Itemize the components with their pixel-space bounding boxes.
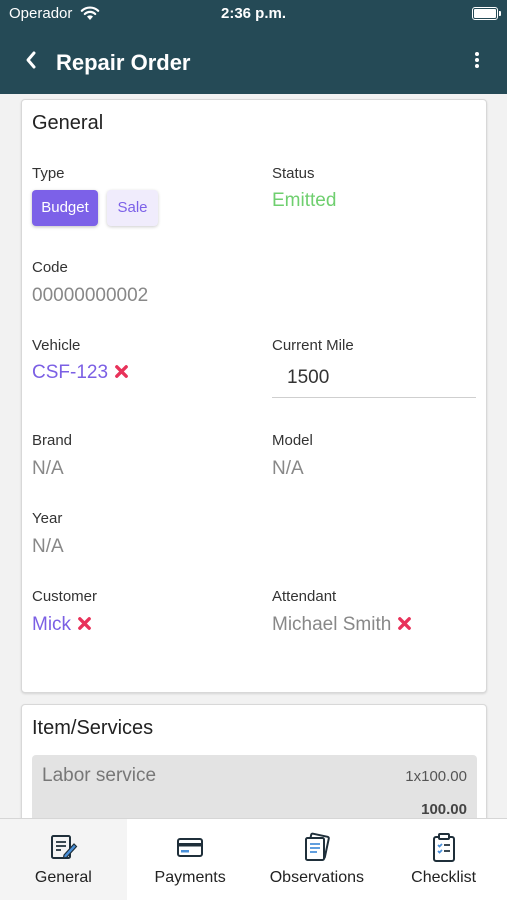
customer-label: Customer xyxy=(32,588,98,605)
general-section-title: General xyxy=(32,112,104,134)
app-header: Operador 2:36 p.m. Repair Order xyxy=(0,0,507,94)
attendant-field[interactable]: Michael Smith xyxy=(272,614,412,636)
year-label: Year xyxy=(32,510,63,527)
vehicle-field[interactable]: CSF-123 xyxy=(32,362,129,384)
code-value: 00000000002 xyxy=(32,285,149,306)
year-value: N/A xyxy=(32,536,64,557)
general-card: General Type Budget Sale Status Emitted … xyxy=(21,99,487,693)
status-time: 2:36 p.m. xyxy=(220,5,287,22)
type-label: Type xyxy=(32,165,65,182)
tab-payments-label: Payments xyxy=(154,869,226,886)
more-vertical-icon[interactable] xyxy=(466,48,488,72)
credit-card-icon xyxy=(177,838,204,857)
vehicle-value[interactable]: CSF-123 xyxy=(32,362,108,383)
status-value: Emitted xyxy=(272,190,337,211)
tab-checklist-label: Checklist xyxy=(411,869,477,886)
vehicle-label: Vehicle xyxy=(32,337,81,354)
brand-value: N/A xyxy=(32,458,64,479)
scroll-content[interactable]: General Type Budget Sale Status Emitted … xyxy=(0,94,507,818)
attendant-label: Attendant xyxy=(272,588,337,605)
bottom-tab-bar: General Payments Observations Checklist xyxy=(0,818,507,900)
items-card: Item/Services Labor service 1x100.00 100… xyxy=(21,704,487,818)
model-label: Model xyxy=(272,432,313,449)
tab-payments[interactable]: Payments xyxy=(127,819,254,900)
navbar: Repair Order xyxy=(0,28,507,94)
battery-tip xyxy=(499,11,501,16)
items-section-title: Item/Services xyxy=(32,717,154,739)
brand-label: Brand xyxy=(32,432,73,449)
current-mile-input[interactable] xyxy=(272,358,476,398)
customer-field[interactable]: Mick xyxy=(32,614,92,636)
type-sale-button[interactable]: Sale xyxy=(107,190,158,226)
item-row[interactable]: Labor service 1x100.00 100.00 xyxy=(32,755,477,818)
item-quantity: 1x100.00 xyxy=(405,768,467,785)
tab-general-label: General xyxy=(34,869,92,886)
attendant-value[interactable]: Michael Smith xyxy=(272,614,391,635)
back-arrow-icon[interactable] xyxy=(20,48,44,72)
clipboard-checklist-icon xyxy=(432,833,455,862)
tab-observations[interactable]: Observations xyxy=(254,819,381,900)
item-total: 100.00 xyxy=(421,801,467,818)
remove-customer-icon[interactable] xyxy=(77,616,92,631)
battery-icon xyxy=(472,7,498,20)
model-value: N/A xyxy=(272,458,304,479)
edit-document-icon xyxy=(51,835,78,859)
status-label: Status xyxy=(272,165,315,182)
tab-observations-label: Observations xyxy=(269,869,364,886)
remove-attendant-icon[interactable] xyxy=(397,616,412,631)
item-name: Labor service xyxy=(42,765,157,786)
tab-checklist[interactable]: Checklist xyxy=(380,819,507,900)
status-bar: Operador 2:36 p.m. xyxy=(0,0,507,28)
code-label: Code xyxy=(32,259,68,276)
remove-vehicle-icon[interactable] xyxy=(114,364,129,379)
tab-general[interactable]: General xyxy=(0,819,127,900)
notes-icon xyxy=(304,832,330,861)
current-mile-label: Current Mile xyxy=(272,337,354,354)
page-title: Repair Order xyxy=(56,50,191,75)
customer-value[interactable]: Mick xyxy=(32,614,71,635)
type-budget-button[interactable]: Budget xyxy=(32,190,98,226)
